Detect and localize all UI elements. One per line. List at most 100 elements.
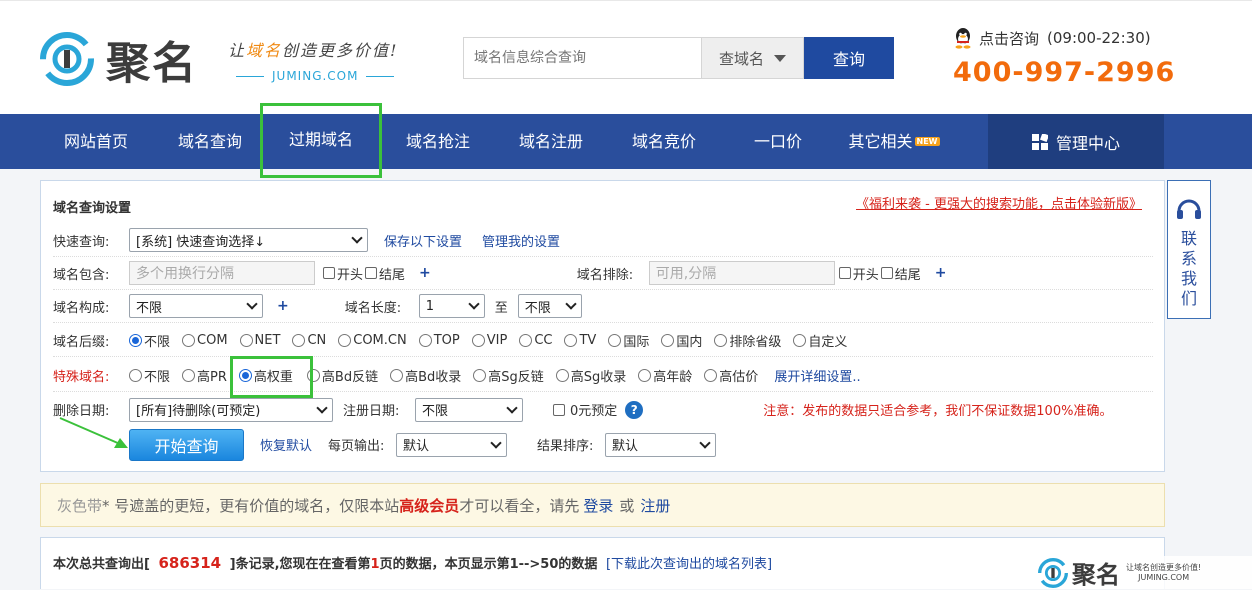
suffix-option[interactable]: COM.CN bbox=[338, 333, 407, 348]
contains-add-icon[interactable]: + bbox=[419, 265, 431, 281]
compose-add-icon[interactable]: + bbox=[277, 298, 289, 314]
hotline-phone: 400-997-2996 bbox=[953, 57, 1176, 88]
search-button[interactable]: 查询 bbox=[804, 37, 894, 79]
caret-down-icon bbox=[774, 54, 786, 62]
exclude-end-checkbox[interactable]: 结尾 bbox=[880, 264, 921, 283]
consult-link[interactable]: 点击咨询 bbox=[979, 28, 1039, 49]
suffix-option[interactable]: CN bbox=[292, 333, 326, 348]
juming-logo-icon bbox=[1038, 557, 1068, 588]
new-badge: NEW bbox=[914, 137, 940, 146]
notice-or: 或 bbox=[619, 496, 635, 515]
sort-select[interactable]: 默认 bbox=[605, 432, 717, 457]
special-option[interactable]: 高估价 bbox=[704, 366, 758, 385]
headset-icon bbox=[1177, 199, 1201, 219]
highlight-frame bbox=[230, 356, 313, 398]
help-icon[interactable]: ? bbox=[625, 400, 644, 419]
header: 聚名 让域名创造更多价值! JUMING.COM 查域名 查询 点击咨询 (09… bbox=[0, 0, 1252, 114]
delete-date-select[interactable]: [所有]待删除(可预定) bbox=[129, 397, 333, 422]
suffix-option[interactable]: 国内 bbox=[661, 331, 702, 350]
nav-domain-register[interactable]: 域名注册 bbox=[503, 114, 599, 169]
row-contains: 域名包含: 多个用换行分隔 开头 结尾 + 域名排除: 可用,分隔 开头 结尾 … bbox=[53, 257, 1153, 290]
manage-settings-link[interactable]: 管理我的设置 bbox=[482, 231, 560, 250]
juming-logo-icon bbox=[40, 32, 94, 86]
reg-date-select[interactable]: 不限 bbox=[415, 397, 523, 422]
row-special: 特殊域名: 不限 高PR 高权重 高Bd反链 高Bd收录 高Sg反链 高Sg收录… bbox=[53, 359, 1153, 392]
nav-expired-domains[interactable]: 过期域名 bbox=[260, 103, 382, 178]
special-option[interactable]: 高Sg收录 bbox=[555, 366, 626, 385]
special-option[interactable]: 高Bd反链 bbox=[306, 366, 378, 385]
length-to-select[interactable]: 不限 bbox=[517, 294, 582, 318]
row-delete-date: 删除日期: [所有]待删除(可预定) 注册日期: 不限 0元预定 ? 注意：发布… bbox=[53, 393, 1153, 426]
side-contact-button[interactable]: 联系我们 bbox=[1167, 180, 1211, 319]
per-page-select[interactable]: 默认 bbox=[396, 432, 508, 457]
domain-search-bar: 查域名 查询 bbox=[463, 37, 894, 79]
download-list-link[interactable]: [下载此次查询出的域名列表] bbox=[606, 557, 772, 572]
nav-domain-snatch[interactable]: 域名抢注 bbox=[390, 114, 486, 169]
suffix-option[interactable]: COM bbox=[182, 333, 228, 348]
nav-fixed-price[interactable]: 一口价 bbox=[730, 114, 826, 169]
row-compose: 域名构成: 不限 + 域名长度: 1 至 不限 bbox=[53, 290, 1153, 323]
suffix-option[interactable]: 不限 bbox=[129, 331, 170, 350]
special-option[interactable]: 不限 bbox=[129, 366, 170, 385]
length-from-select[interactable]: 1 bbox=[418, 294, 485, 318]
search-type-select[interactable]: 查域名 bbox=[701, 37, 804, 79]
nav-home[interactable]: 网站首页 bbox=[48, 114, 144, 169]
suffix-option[interactable]: 自定义 bbox=[793, 331, 847, 350]
green-arrow-icon bbox=[59, 417, 128, 448]
contains-end-checkbox[interactable]: 结尾 bbox=[365, 264, 405, 283]
chevron-down-icon bbox=[565, 298, 577, 310]
watermark-slogan: 让域名创造更多价值! bbox=[1126, 562, 1202, 572]
side-contact-label: 联系我们 bbox=[1181, 229, 1198, 308]
suffix-option[interactable]: 排除省级 bbox=[714, 331, 781, 350]
dashboard-icon bbox=[1031, 133, 1048, 150]
nav-others[interactable]: 其它相关 NEW bbox=[838, 114, 950, 169]
save-settings-link[interactable]: 保存以下设置 bbox=[384, 231, 462, 250]
consult-hours: (09:00-22:30) bbox=[1047, 29, 1151, 47]
login-link[interactable]: 登录 bbox=[583, 495, 613, 516]
expand-settings-link[interactable]: 展开详细设置.. bbox=[774, 366, 860, 385]
nav-admin-center[interactable]: 管理中心 bbox=[988, 114, 1164, 169]
nav-domain-query[interactable]: 域名查询 bbox=[162, 114, 258, 169]
exclude-start-checkbox[interactable]: 开头 bbox=[838, 264, 879, 283]
exclude-input[interactable]: 可用,分隔 bbox=[648, 261, 835, 285]
reset-default-link[interactable]: 恢复默认 bbox=[260, 435, 312, 454]
suffix-option[interactable]: NET bbox=[239, 333, 280, 348]
logo-name: 聚名 bbox=[106, 38, 198, 89]
chevron-down-icon bbox=[506, 401, 518, 414]
compose-select[interactable]: 不限 bbox=[129, 294, 263, 318]
row-suffix: 域名后缀: 不限 COM NET CN COM.CN TOP VIP CC TV… bbox=[53, 324, 1153, 357]
special-option[interactable]: 高Bd收录 bbox=[390, 366, 461, 385]
nav-domain-auction[interactable]: 域名竞价 bbox=[616, 114, 712, 169]
register-link[interactable]: 注册 bbox=[640, 495, 670, 516]
contains-input[interactable]: 多个用换行分隔 bbox=[129, 261, 315, 285]
site-logo[interactable]: 聚名 bbox=[40, 31, 198, 89]
suffix-option[interactable]: TV bbox=[564, 333, 596, 348]
search-input[interactable] bbox=[463, 37, 701, 79]
result-total: 686314 bbox=[158, 554, 222, 572]
suffix-option[interactable]: TOP bbox=[418, 333, 460, 348]
exclude-add-icon[interactable]: + bbox=[935, 265, 947, 281]
contact-info: 点击咨询 (09:00-22:30) 400-997-2996 bbox=[953, 27, 1175, 88]
chevron-down-icon bbox=[351, 232, 363, 244]
notice-member: 高级会员 bbox=[399, 496, 460, 515]
slogan-post: 创造更多价值! bbox=[282, 41, 399, 60]
start-query-button[interactable]: 开始查询 bbox=[129, 428, 244, 461]
quick-query-select[interactable]: [系统] 快速查询选择↓ bbox=[129, 228, 368, 252]
special-option[interactable]: 高年龄 bbox=[638, 366, 692, 385]
suffix-option[interactable]: 国际 bbox=[608, 331, 649, 350]
suffix-option[interactable]: VIP bbox=[471, 333, 507, 348]
special-option[interactable]: 高PR bbox=[182, 366, 227, 385]
slogan-highlight: 域名 bbox=[246, 41, 283, 60]
special-option[interactable]: 高Sg反链 bbox=[473, 366, 544, 385]
suffix-option[interactable]: CC bbox=[519, 333, 552, 348]
watermark-name: 聚名 bbox=[1072, 560, 1120, 589]
main-nav: 网站首页 域名查询 过期域名 域名抢注 域名注册 域名竞价 一口价 其它相关 NE… bbox=[0, 103, 1252, 178]
contains-start-checkbox[interactable]: 开头 bbox=[323, 264, 363, 283]
chevron-down-icon bbox=[316, 401, 328, 414]
notice-text1: * 号遮盖的更短，更有价值的域名，仅限本站 bbox=[102, 496, 400, 515]
watermark-domain: JUMING.COM bbox=[1138, 572, 1190, 582]
slogan-domain: JUMING.COM bbox=[272, 69, 359, 83]
promo-link[interactable]: 《福利来袭 - 更强大的搜索功能，点击体验新版》 bbox=[856, 193, 1142, 212]
result-summary: 本次总共查询出[ 686314 ]条记录,您现在在查看第1页的数据，本页显示第1… bbox=[40, 537, 1165, 589]
zero-reserve-checkbox[interactable]: 0元预定 bbox=[553, 400, 617, 419]
